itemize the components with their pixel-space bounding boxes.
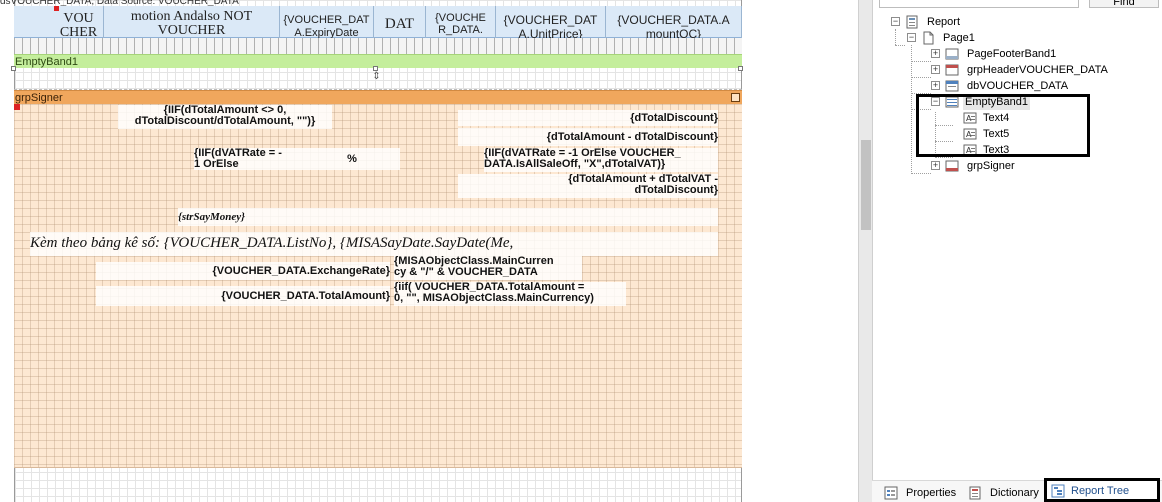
tree-item-report[interactable]: − Report — [873, 14, 1162, 30]
textbox-amount-plus-vat[interactable]: {dTotalAmount + dTotalVAT - dTotalDiscou… — [458, 174, 718, 198]
textbox-amount-minus-discount[interactable]: {dTotalAmount - dTotalDiscount} — [458, 128, 718, 146]
tab-dictionary[interactable]: Dictionary — [968, 483, 1048, 502]
tree-item-grpsigner[interactable]: + grpSigner — [873, 158, 1162, 174]
detail-cell[interactable]: motion Andalso NOT VOUCHER — [104, 6, 280, 38]
group-footer-icon — [945, 160, 959, 172]
emptyband-body[interactable]: ⇕ — [11, 66, 743, 90]
tab-label: Properties — [906, 487, 957, 499]
tree-item-label: Report — [927, 16, 961, 28]
textbox-exchange-rate[interactable]: {VOUCHER_DATA.ExchangeRate} — [96, 262, 390, 280]
detail-cell[interactable]: {VOUCHE R_DATA. — [426, 6, 496, 38]
tree-item-label: dbVOUCHER_DATA — [967, 80, 1069, 92]
tree-item-grpheader[interactable]: + grpHeaderVOUCHER_DATA — [873, 62, 1162, 78]
report-icon — [906, 15, 918, 29]
report-tree[interactable]: − Report − Page1 + PageFooterBand1 + grp… — [873, 12, 1162, 472]
textbox-main-currency[interactable]: {MISAObjectClass.MainCurren cy & "/" & V… — [394, 256, 582, 280]
emptyband-label: EmptyBand1 — [15, 56, 78, 68]
textbox-vat-amount[interactable]: {IIF(dVATRate = -1 OrElse VOUCHER_ DATA.… — [484, 148, 718, 172]
tree-item-label: Page1 — [943, 32, 975, 44]
tree-item-pagefooterband1[interactable]: + PageFooterBand1 — [873, 46, 1162, 62]
emptyband-children-highlight — [916, 94, 1090, 157]
tree-item-label: grpSigner — [967, 160, 1015, 172]
tree-item-label: PageFooterBand1 — [967, 48, 1057, 60]
textbox-vat-rate[interactable]: {IIF(dVATRate = - 1 OrElse — [194, 148, 304, 170]
report-tree-panel: Find − Report − Page1 + PageFooterBand1 … — [872, 0, 1162, 502]
move-arrows-icon[interactable]: ⇕ — [372, 72, 381, 82]
tab-label: Report Tree — [1071, 485, 1130, 497]
page-icon — [923, 31, 934, 45]
expand-icon[interactable]: + — [931, 161, 940, 170]
red-marker-icon — [54, 6, 59, 11]
properties-icon — [884, 486, 898, 500]
grpsigner-label: grpSigner — [15, 92, 63, 104]
expand-icon[interactable]: + — [931, 81, 940, 90]
textbox-say-money[interactable]: {strSayMoney} — [178, 208, 718, 226]
group-header-icon — [945, 64, 959, 76]
designer-vertical-scrollbar[interactable] — [858, 0, 872, 502]
grpsigner-body[interactable]: {IIF(dTotalAmount <> 0, dTotalDiscount/d… — [14, 104, 742, 468]
textbox-total-amount[interactable]: {VOUCHER_DATA.TotalAmount} — [96, 286, 390, 306]
tree-item-label: grpHeaderVOUCHER_DATA — [967, 64, 1108, 76]
emptyband-header[interactable]: EmptyBand1 — [14, 54, 742, 68]
detail-cell[interactable]: {VOUCHER_DATA.A mountOC} — [606, 6, 742, 38]
databand-voucher-data[interactable]: VOU CHER motion Andalso NOT VOUCHER {VOU… — [14, 6, 742, 38]
detail-band-ruler — [14, 38, 742, 54]
expand-icon[interactable]: + — [931, 65, 940, 74]
report-designer-canvas[interactable]: dsVOUCHER_DATA, Data Source: VOUCHER_DAT… — [0, 0, 872, 502]
collapse-icon[interactable]: − — [907, 33, 916, 42]
resize-handle[interactable] — [738, 66, 743, 71]
tab-label: Dictionary — [990, 487, 1039, 499]
tab-report-tree[interactable]: Report Tree — [1044, 478, 1160, 502]
band-icon — [945, 48, 959, 60]
grpsigner-header[interactable]: grpSigner — [14, 90, 742, 104]
textbox-list-no[interactable]: Kèm theo bảng kê số: {VOUCHER_DATA.ListN… — [30, 232, 718, 256]
scrollbar-thumb[interactable] — [861, 140, 871, 230]
find-button[interactable]: Find — [1089, 0, 1159, 8]
collapse-icon[interactable]: − — [891, 17, 900, 26]
detail-cell[interactable]: {VOUCHER_DAT A.UnitPrice} — [496, 6, 606, 38]
collapse-icon[interactable] — [731, 93, 740, 102]
search-input[interactable] — [879, 0, 1079, 8]
databand-icon — [945, 80, 959, 92]
textbox-percent[interactable]: % — [304, 148, 400, 170]
tree-item-dbvoucher-data[interactable]: + dbVOUCHER_DATA — [873, 78, 1162, 94]
textbox-total-amount-iif[interactable]: {iif( VOUCHER_DATA.TotalAmount = 0, "", … — [394, 282, 626, 306]
textbox-total-discount[interactable]: {dTotalDiscount} — [458, 110, 718, 126]
panel-toolbar: Find — [873, 0, 1162, 10]
resize-handle[interactable] — [11, 66, 16, 71]
expand-icon[interactable]: + — [931, 49, 940, 58]
detail-cell[interactable]: DAT — [374, 6, 426, 38]
detail-cell[interactable]: VOU CHER — [54, 6, 104, 38]
dictionary-icon — [969, 486, 981, 500]
tree-item-page1[interactable]: − Page1 — [873, 30, 1162, 46]
red-marker-icon — [14, 104, 20, 110]
tab-properties[interactable]: Properties — [884, 483, 968, 502]
textbox-total-amount-discount[interactable]: {IIF(dTotalAmount <> 0, dTotalDiscount/d… — [118, 105, 332, 129]
report-tree-icon — [1051, 484, 1065, 498]
detail-cell[interactable]: {VOUCHER_DAT A.ExpiryDate — [280, 6, 374, 38]
